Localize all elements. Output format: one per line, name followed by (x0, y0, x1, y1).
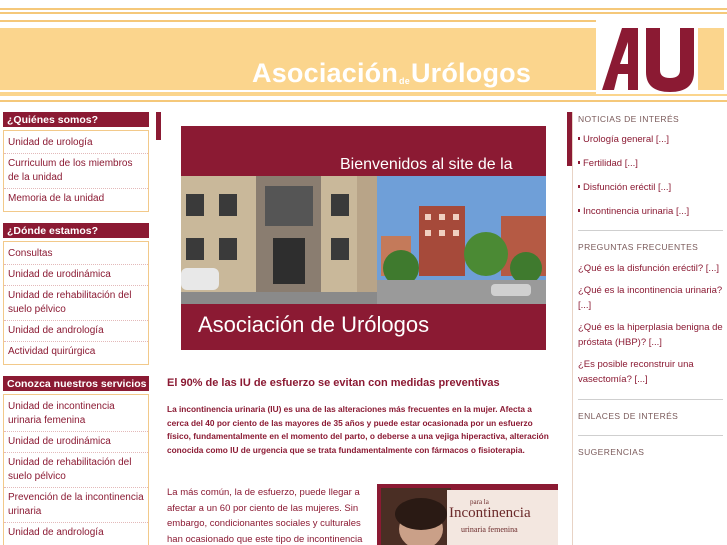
left-sidebar: ¿Quiénes somos? Unidad de urología Curri… (3, 112, 149, 545)
faq-item-incontinencia[interactable]: ¿Qué es la incontinencia urinaria? [...] (578, 283, 724, 313)
bullet-icon (578, 209, 580, 212)
faq-heading: PREGUNTAS FRECUENTES (578, 242, 699, 252)
article-title[interactable]: El 90% de las IU de esfuerzo se evitan c… (167, 377, 500, 389)
links-heading[interactable]: ENLACES DE INTERÉS (578, 409, 724, 423)
nav-item-servicio-rehabilitacion[interactable]: Unidad de rehabilitación del suelo pélvi… (4, 453, 148, 488)
news-item-label: Fertilidad [...] (583, 158, 638, 169)
nav-item-incontinencia-femenina[interactable]: Unidad de incontinencia urinaria femenin… (4, 397, 148, 432)
news-item-label: Disfunción eréctil [...] (583, 182, 672, 193)
site-title[interactable]: AsociacióndeUrólogos (252, 58, 531, 89)
nav-item-memoria[interactable]: Memoria de la unidad (4, 189, 148, 209)
nav-item-prevencion[interactable]: Prevención de la incontinencia urinaria (4, 488, 148, 523)
section-heading-quienes[interactable]: ¿Quiénes somos? (3, 112, 149, 127)
site-title-part2: Urólogos (410, 58, 532, 88)
news-item-label: Incontinencia urinaria [...] (583, 206, 690, 217)
faq-item-hbp[interactable]: ¿Qué es la hiperplasia benigna de prósta… (578, 320, 724, 350)
header-divider (0, 100, 727, 102)
news-item-fertilidad[interactable]: Fertilidad [...] (578, 157, 724, 171)
article-intro: La incontinencia urinaria (IU) es una de… (167, 404, 549, 455)
section-heading-servicios[interactable]: Conozca nuestros servicios (3, 376, 149, 391)
section-list-quienes: Unidad de urología Curriculum de los mie… (3, 130, 149, 212)
banner-association-name: Asociación de Urólogos (198, 312, 430, 337)
nav-item-andrologia[interactable]: Unidad de andrología (4, 321, 148, 342)
nav-item-servicio-urodinamica[interactable]: Unidad de urodinámica (4, 432, 148, 453)
news-item-incontinencia[interactable]: Incontinencia urinaria [...] (578, 205, 724, 219)
nav-item-curriculum[interactable]: Curriculum de los miembros de la unidad (4, 154, 148, 189)
nav-item-actividad-quirurgica[interactable]: Actividad quirúrgica (4, 342, 148, 362)
incontinence-promo-image[interactable]: para la Incontinencia urinaria femenina (377, 484, 558, 545)
bullet-icon (578, 137, 580, 140)
suggestions-heading[interactable]: SUGERENCIAS (578, 445, 724, 459)
promo-caption-sub: urinaria femenina (461, 525, 518, 534)
nav-item-consultas[interactable]: Consultas (4, 244, 148, 265)
content-left-accent-bar (156, 112, 161, 140)
building-photo (181, 176, 546, 304)
promo-caption-big: Incontinencia (449, 505, 531, 521)
section-list-donde: Consultas Unidad de urodinámica Unidad d… (3, 241, 149, 365)
news-item-label: Urología general [...] (583, 134, 670, 145)
faq-item-vasectomia[interactable]: ¿Es posible reconstruir una vasectomía? … (578, 357, 724, 387)
divider (578, 435, 723, 436)
right-sidebar: NOTICIAS DE INTERÉS Urología general [..… (578, 112, 724, 459)
banner-welcome-text: Bienvenidos al site de la (340, 156, 513, 173)
news-item-urologia[interactable]: Urología general [...] (578, 133, 724, 147)
divider (578, 399, 723, 400)
nav-item-servicio-andrologia[interactable]: Unidad de andrología (4, 523, 148, 543)
faq-item-disfuncion[interactable]: ¿Qué es la disfunción eréctil? [...] (578, 261, 724, 276)
section-heading-donde[interactable]: ¿Dónde estamos? (3, 223, 149, 238)
right-sidebar-border (572, 112, 573, 545)
nav-item-rehabilitacion[interactable]: Unidad de rehabilitación del suelo pélvi… (4, 286, 148, 321)
divider (578, 230, 723, 231)
site-title-de: de (399, 76, 410, 86)
bullet-icon (578, 185, 580, 188)
au-logo[interactable] (596, 20, 727, 94)
site-title-part1: Asociación (252, 58, 399, 88)
news-heading: NOTICIAS DE INTERÉS (578, 114, 680, 124)
article-paragraph: La más común, la de esfuerzo, puede lleg… (167, 487, 363, 545)
bullet-icon (578, 161, 580, 164)
nav-item-unidad-urologia[interactable]: Unidad de urología (4, 133, 148, 154)
nav-item-urodinamica[interactable]: Unidad de urodinámica (4, 265, 148, 286)
section-list-servicios: Unidad de incontinencia urinaria femenin… (3, 394, 149, 545)
news-item-disfuncion[interactable]: Disfunción eréctil [...] (578, 181, 724, 195)
welcome-banner: Bienvenidos al site de la Asociación de … (181, 126, 546, 350)
